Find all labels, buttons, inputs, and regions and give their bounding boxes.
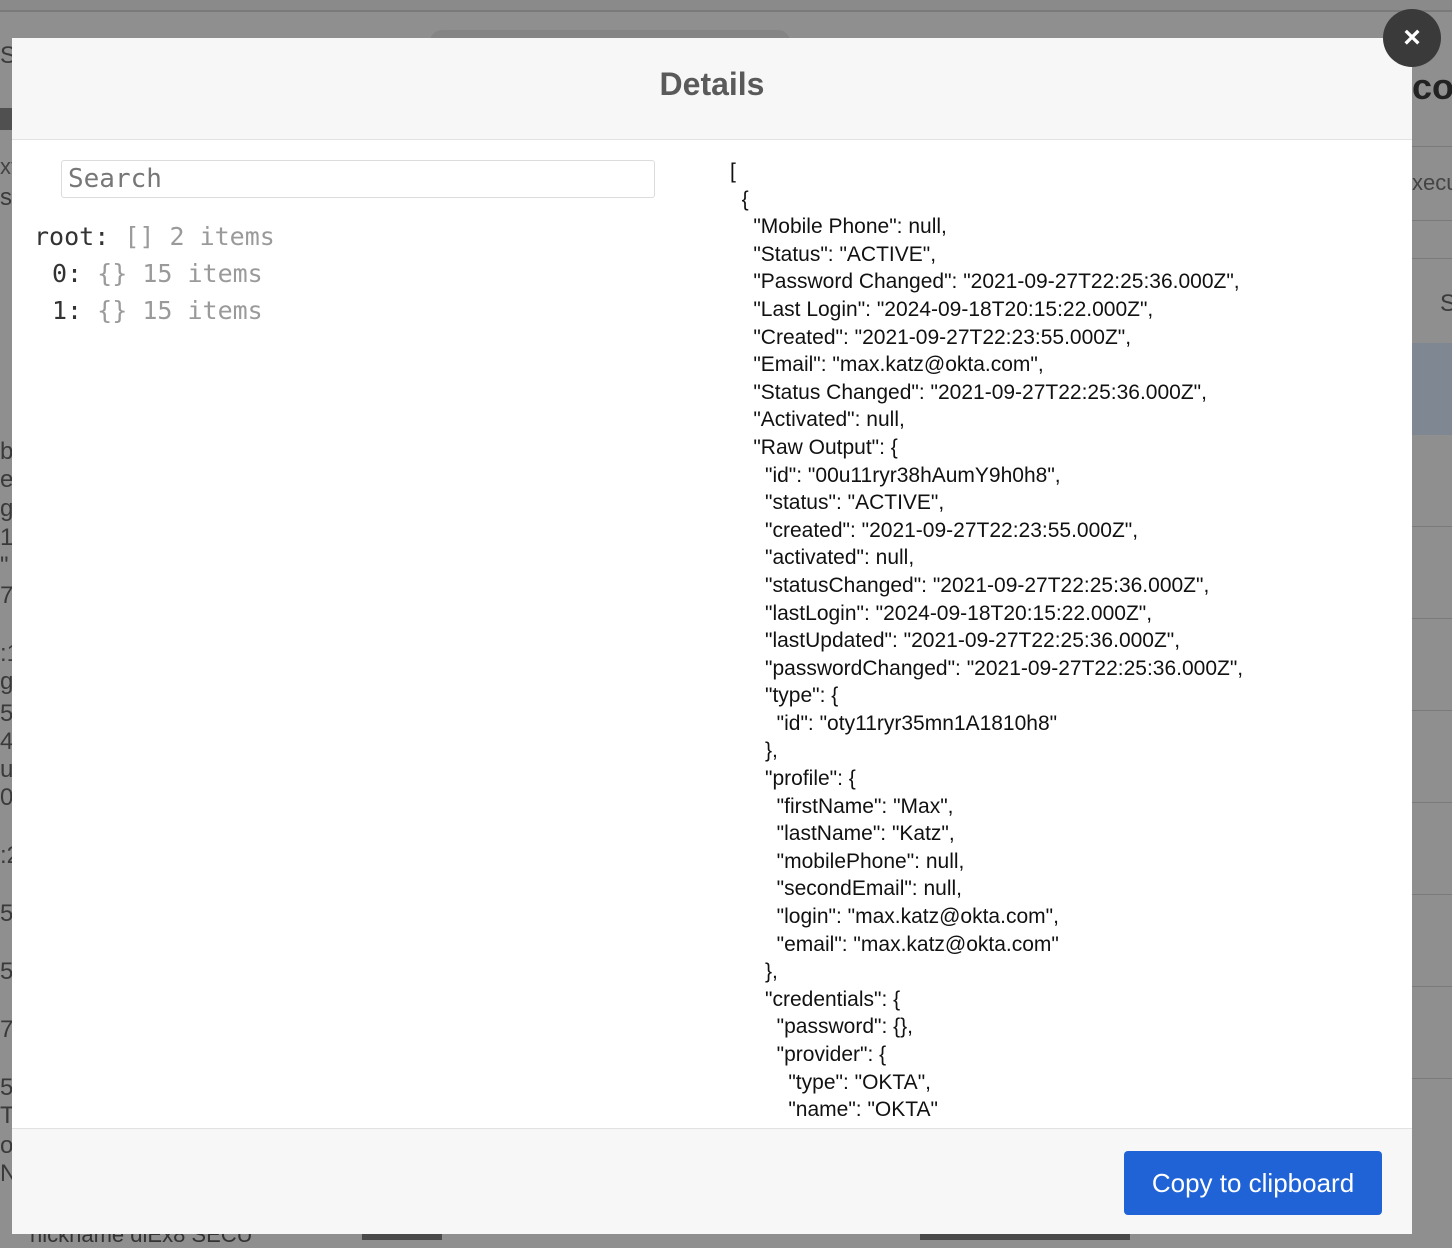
tree-node-meta: {} 15 items bbox=[97, 259, 263, 288]
tree-node-meta: {} 15 items bbox=[97, 296, 263, 325]
json-tree: root: [] 2 items 0: {} 15 items 1: {} 15… bbox=[34, 218, 275, 329]
json-line: "created": "2021-09-27T22:23:55.000Z", bbox=[730, 518, 1139, 542]
json-line: "type": "OKTA", bbox=[730, 1070, 931, 1094]
json-line: "secondEmail": null, bbox=[730, 877, 963, 901]
json-line: "Password Changed": "2021-09-27T22:25:36… bbox=[730, 270, 1240, 294]
background-fragment: xecu bbox=[1412, 170, 1452, 195]
json-line: "Activated": null, bbox=[730, 408, 905, 432]
json-line: "email": "max.katz@okta.com" bbox=[730, 932, 1059, 956]
background-divider bbox=[1412, 1078, 1452, 1079]
background-divider bbox=[1412, 220, 1452, 221]
json-text: [ { "Mobile Phone": null, "Status": "ACT… bbox=[730, 158, 1370, 1124]
background-divider bbox=[1412, 146, 1452, 147]
json-line: "profile": { bbox=[730, 767, 856, 791]
background-fragment: S bbox=[1440, 290, 1452, 317]
json-line: "lastName": "Katz", bbox=[730, 822, 955, 846]
background-selected-row bbox=[1412, 343, 1452, 435]
modal-header: Details bbox=[12, 38, 1412, 140]
json-line: "lastLogin": "2024-09-18T20:15:22.000Z", bbox=[730, 601, 1153, 625]
json-line: "activated": null, bbox=[730, 546, 915, 570]
background-divider bbox=[1412, 618, 1452, 619]
tree-node-key: 1: bbox=[52, 296, 83, 325]
close-icon[interactable]: × bbox=[1383, 9, 1441, 67]
json-line: "id": "oty11ryr35mn1A1810h8" bbox=[730, 711, 1058, 735]
json-line: "lastUpdated": "2021-09-27T22:25:36.000Z… bbox=[730, 629, 1181, 653]
json-line: "Status": "ACTIVE", bbox=[730, 242, 937, 266]
json-line: "passwordChanged": "2021-09-27T22:25:36.… bbox=[730, 656, 1244, 680]
background-fragment: cor bbox=[1412, 66, 1452, 107]
modal-title: Details bbox=[659, 66, 765, 102]
json-line: "statusChanged": "2021-09-27T22:25:36.00… bbox=[730, 573, 1210, 597]
json-line: "Email": "max.katz@okta.com", bbox=[730, 353, 1044, 377]
modal-footer: Copy to clipboard bbox=[12, 1128, 1412, 1234]
background-divider bbox=[1412, 986, 1452, 987]
json-line: [ bbox=[730, 160, 736, 183]
background-divider bbox=[1412, 710, 1452, 711]
tree-node-root[interactable]: root: [] 2 items bbox=[34, 218, 275, 255]
background-divider bbox=[1412, 802, 1452, 803]
tree-node-item[interactable]: 1: {} 15 items bbox=[34, 292, 275, 329]
json-line: }, bbox=[730, 739, 778, 763]
details-modal: Details root: [] 2 items 0: {} 15 items … bbox=[12, 38, 1412, 1234]
json-line: "login": "max.katz@okta.com", bbox=[730, 905, 1059, 929]
json-line: { bbox=[730, 187, 749, 211]
background-fragment: s bbox=[0, 184, 12, 211]
tree-node-item[interactable]: 0: {} 15 items bbox=[34, 255, 275, 292]
json-line: }, bbox=[730, 960, 778, 984]
background-fragment: " bbox=[0, 552, 9, 579]
background-divider bbox=[1412, 526, 1452, 527]
json-line: "Status Changed": "2021-09-27T22:25:36.0… bbox=[730, 380, 1207, 404]
json-raw-view[interactable]: [ { "Mobile Phone": null, "Status": "ACT… bbox=[730, 158, 1370, 1128]
json-line: "Raw Output": { bbox=[730, 435, 898, 459]
tree-node-key: 0: bbox=[52, 259, 83, 288]
search-input[interactable] bbox=[61, 160, 655, 198]
json-line: "Created": "2021-09-27T22:23:55.000Z", bbox=[730, 325, 1132, 349]
background-divider bbox=[1412, 258, 1452, 259]
tree-node-meta: [] 2 items bbox=[124, 222, 275, 251]
json-line: "Mobile Phone": null, bbox=[730, 215, 947, 239]
json-line: "name": "OKTA" bbox=[730, 1098, 938, 1122]
json-line: "status": "ACTIVE", bbox=[730, 491, 945, 515]
copy-to-clipboard-button[interactable]: Copy to clipboard bbox=[1124, 1151, 1382, 1215]
json-line: "mobilePhone": null, bbox=[730, 849, 965, 873]
json-line: "firstName": "Max", bbox=[730, 794, 954, 818]
json-line: "Last Login": "2024-09-18T20:15:22.000Z"… bbox=[730, 297, 1154, 321]
json-line: "password": {}, bbox=[730, 1015, 913, 1039]
json-line: "id": "00u11ryr38hAumY9h0h8", bbox=[730, 463, 1061, 487]
background-divider bbox=[1412, 894, 1452, 895]
json-line: "credentials": { bbox=[730, 987, 901, 1011]
tree-node-key: root: bbox=[34, 222, 110, 251]
background-top-bar bbox=[0, 0, 1452, 12]
json-line: "provider": { bbox=[730, 1043, 887, 1066]
background-dark-bar bbox=[0, 108, 12, 130]
json-line: "type": { bbox=[730, 684, 839, 708]
